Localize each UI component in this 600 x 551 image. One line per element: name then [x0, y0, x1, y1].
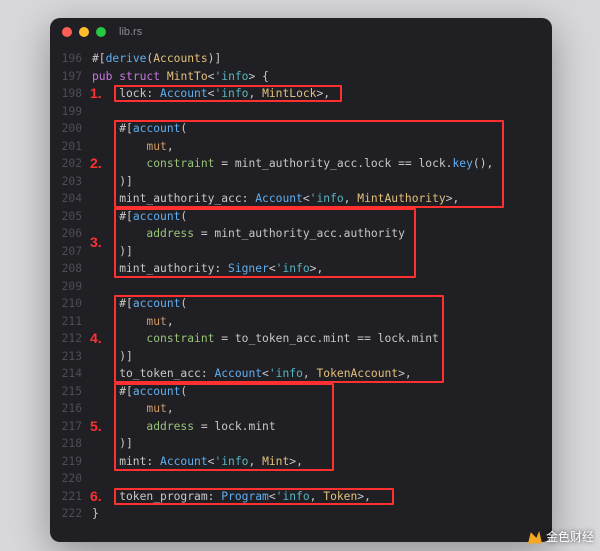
- code-line[interactable]: address = mint_authority_acc.authority: [92, 225, 552, 243]
- line-number: 219: [50, 453, 82, 471]
- code-line[interactable]: constraint = mint_authority_acc.lock == …: [92, 155, 552, 173]
- code-line[interactable]: lock: Account<'info, MintLock>,: [92, 85, 552, 103]
- line-number: 222: [50, 505, 82, 523]
- code-line[interactable]: [92, 278, 552, 296]
- line-number: 212: [50, 330, 82, 348]
- code-line[interactable]: [92, 103, 552, 121]
- watermark-icon: [528, 530, 542, 544]
- line-number: 216: [50, 400, 82, 418]
- watermark-text: 金色财经: [546, 528, 594, 545]
- line-number: 201: [50, 138, 82, 156]
- code-line[interactable]: #[derive(Accounts)]: [92, 50, 552, 68]
- line-number: 208: [50, 260, 82, 278]
- code-line[interactable]: mut,: [92, 400, 552, 418]
- line-number: 207: [50, 243, 82, 261]
- code-line[interactable]: mut,: [92, 138, 552, 156]
- window-controls: [62, 27, 106, 37]
- line-number: 206: [50, 225, 82, 243]
- code-line[interactable]: [92, 470, 552, 488]
- code-line[interactable]: }: [92, 505, 552, 523]
- watermark: 金色财经: [528, 528, 594, 545]
- line-number: 218: [50, 435, 82, 453]
- code-line[interactable]: constraint = to_token_acc.mint == lock.m…: [92, 330, 552, 348]
- code-line[interactable]: mint: Account<'info, Mint>,: [92, 453, 552, 471]
- code-line[interactable]: token_program: Program<'info, Token>,: [92, 488, 552, 506]
- line-number: 211: [50, 313, 82, 331]
- code-line[interactable]: )]: [92, 243, 552, 261]
- close-icon[interactable]: [62, 27, 72, 37]
- line-number: 200: [50, 120, 82, 138]
- code-line[interactable]: #[account(: [92, 383, 552, 401]
- line-number: 196: [50, 50, 82, 68]
- line-number: 210: [50, 295, 82, 313]
- titlebar: lib.rs: [50, 18, 552, 46]
- minimize-icon[interactable]: [79, 27, 89, 37]
- line-number: 202: [50, 155, 82, 173]
- tab-filename[interactable]: lib.rs: [119, 26, 142, 38]
- code-line[interactable]: mint_authority: Signer<'info>,: [92, 260, 552, 278]
- code-line[interactable]: mut,: [92, 313, 552, 331]
- maximize-icon[interactable]: [96, 27, 106, 37]
- code-line[interactable]: )]: [92, 435, 552, 453]
- code-line[interactable]: #[account(: [92, 295, 552, 313]
- line-number: 204: [50, 190, 82, 208]
- code-line[interactable]: mint_authority_acc: Account<'info, MintA…: [92, 190, 552, 208]
- line-number: 215: [50, 383, 82, 401]
- line-number: 220: [50, 470, 82, 488]
- code-editor[interactable]: 1961971981992002012022032042052062072082…: [50, 46, 552, 523]
- line-number: 221: [50, 488, 82, 506]
- code-area[interactable]: #[derive(Accounts)]pub struct MintTo<'in…: [92, 50, 552, 523]
- code-line[interactable]: to_token_acc: Account<'info, TokenAccoun…: [92, 365, 552, 383]
- code-line[interactable]: )]: [92, 348, 552, 366]
- line-number: 203: [50, 173, 82, 191]
- code-line[interactable]: pub struct MintTo<'info> {: [92, 68, 552, 86]
- line-number: 213: [50, 348, 82, 366]
- line-number: 199: [50, 103, 82, 121]
- editor-window: lib.rs 196197198199200201202203204205206…: [50, 18, 552, 542]
- code-line[interactable]: )]: [92, 173, 552, 191]
- line-number: 214: [50, 365, 82, 383]
- line-number: 197: [50, 68, 82, 86]
- code-line[interactable]: address = lock.mint: [92, 418, 552, 436]
- line-numbers: 1961971981992002012022032042052062072082…: [50, 50, 92, 523]
- line-number: 198: [50, 85, 82, 103]
- line-number: 209: [50, 278, 82, 296]
- code-line[interactable]: #[account(: [92, 208, 552, 226]
- line-number: 217: [50, 418, 82, 436]
- code-line[interactable]: #[account(: [92, 120, 552, 138]
- line-number: 205: [50, 208, 82, 226]
